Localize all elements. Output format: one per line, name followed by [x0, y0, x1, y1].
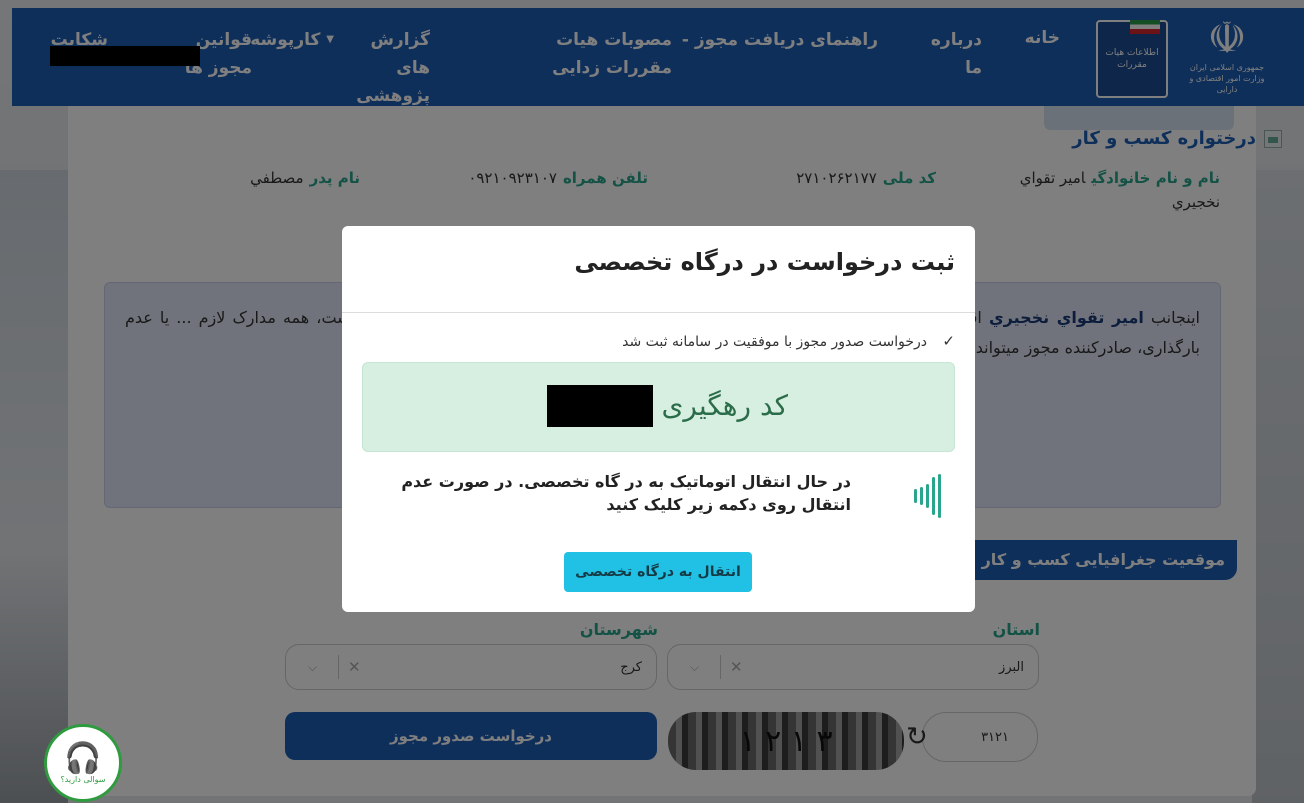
modal-divider	[342, 312, 975, 313]
submission-modal: ثبت درخواست در درگاه تخصصی ✓ درخواست صدو…	[342, 226, 975, 612]
success-message: درخواست صدور مجوز با موفقیت در سامانه ثب…	[622, 334, 927, 350]
support-chat-button[interactable]: 🎧 سوالی دارید؟	[44, 724, 122, 802]
check-icon: ✓	[942, 332, 955, 350]
loading-bars-icon	[914, 474, 941, 518]
tracking-code-box: کد رهگیری :	[362, 362, 955, 452]
headset-chat-icon: 🎧	[64, 740, 102, 776]
modal-title: ثبت درخواست در درگاه تخصصی	[574, 248, 955, 276]
transfer-to-portal-button[interactable]: انتقال به درگاه تخصصی	[564, 552, 752, 592]
tracking-code-label: کد رهگیری :	[643, 389, 788, 422]
redacted-tracking-code	[547, 385, 653, 427]
auto-transfer-message: در حال انتقال اتوماتیک به در گاه تخصصی. …	[401, 472, 851, 514]
